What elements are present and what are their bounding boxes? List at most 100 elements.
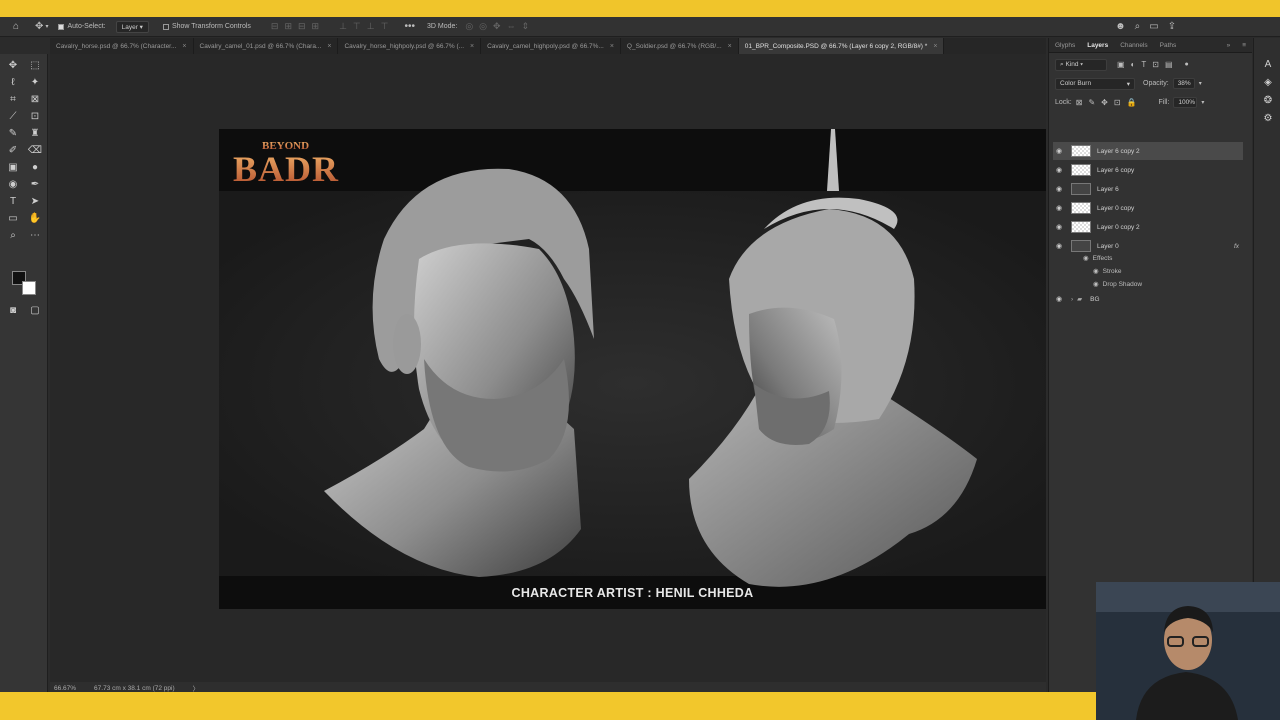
character-panel-icon[interactable]: A: [1260, 56, 1276, 72]
tab-paths[interactable]: Paths: [1154, 42, 1183, 49]
visibility-eye-icon[interactable]: ◉: [1053, 147, 1065, 155]
zoom-tool-icon[interactable]: ⌕: [5, 227, 21, 243]
path-select-icon[interactable]: ➤: [27, 193, 43, 209]
close-icon[interactable]: ×: [470, 43, 474, 50]
blend-row: Color Burn ▾ Opacity: 38% ▾: [1049, 74, 1252, 93]
panel-collapse-icon[interactable]: »: [1221, 42, 1237, 49]
brush-tool-icon[interactable]: ✎: [5, 125, 21, 141]
layer-row[interactable]: ◉ Layer 0 fx: [1053, 237, 1243, 255]
zoom-level[interactable]: 66.67%: [54, 685, 76, 692]
gradient-tool-icon[interactable]: ▣: [5, 159, 21, 175]
chevron-down-icon[interactable]: ▾: [1199, 81, 1202, 87]
discover-icon[interactable]: ☻: [1115, 21, 1126, 32]
tab-channels[interactable]: Channels: [1114, 42, 1153, 49]
layer-row[interactable]: ◉ Layer 0 copy: [1053, 199, 1243, 217]
visibility-eye-icon[interactable]: ◉: [1053, 185, 1065, 193]
color-panel-icon[interactable]: ❂: [1260, 92, 1276, 108]
chevron-down-icon[interactable]: ▾: [45, 24, 48, 30]
visibility-eye-icon[interactable]: ◉: [1093, 267, 1099, 275]
frame-tool-icon[interactable]: ⊠: [27, 91, 43, 107]
blend-mode-dropdown[interactable]: Color Burn ▾: [1055, 77, 1135, 90]
layer-row[interactable]: ◉ Layer 6 copy: [1053, 161, 1243, 179]
tab-glyphs[interactable]: Glyphs: [1049, 42, 1081, 49]
show-transform-checkbox[interactable]: Show Transform Controls: [162, 23, 251, 30]
hand-tool-icon[interactable]: ✋: [27, 210, 43, 226]
eyedropper-icon[interactable]: ⟋: [5, 108, 21, 124]
filter-kind-value: Kind: [1065, 60, 1079, 68]
auto-select-checkbox[interactable]: Auto-Select:: [58, 23, 106, 30]
workspace-icon[interactable]: ▭: [1149, 21, 1158, 32]
pen-tool-icon[interactable]: ✒: [27, 176, 43, 192]
eraser-tool-icon[interactable]: ⌫: [27, 142, 43, 158]
folder-icon: ▰: [1077, 296, 1083, 303]
webcam-image: [1096, 582, 1280, 720]
home-icon[interactable]: ⌂: [13, 21, 19, 32]
layer-row[interactable]: ◉ Layer 0 copy 2: [1053, 218, 1243, 236]
tab-layers[interactable]: Layers: [1081, 42, 1114, 49]
search-icon[interactable]: ⌕: [1135, 21, 1141, 32]
fill-input[interactable]: 100%: [1173, 97, 1198, 108]
more-tools-icon[interactable]: ⋯: [27, 227, 43, 243]
align-icons[interactable]: ⊟⊞⊟⊞: [271, 22, 325, 31]
screen-mode-icon[interactable]: ▢: [27, 302, 43, 318]
close-icon[interactable]: ×: [933, 43, 937, 50]
auto-select-target-dropdown[interactable]: Layer ▾: [115, 20, 149, 33]
move-tool-icon[interactable]: ✥: [5, 57, 21, 73]
distribute-icons[interactable]: ⊥⊤⊥⊤: [339, 22, 394, 31]
stamp-tool-icon[interactable]: ♜: [27, 125, 43, 141]
visibility-eye-icon[interactable]: ◉: [1053, 204, 1065, 212]
close-icon[interactable]: ×: [327, 43, 331, 50]
opacity-input[interactable]: 38%: [1172, 78, 1195, 89]
type-tool-icon[interactable]: T: [5, 193, 21, 209]
rectangle-tool-icon[interactable]: ▭: [5, 210, 21, 226]
lock-icons[interactable]: ⊠✎✥⊡🔒: [1076, 98, 1143, 107]
visibility-eye-icon[interactable]: ◉: [1053, 223, 1065, 231]
layers-panel-icon[interactable]: ◈: [1260, 74, 1276, 90]
group-row[interactable]: ◉ › ▰ BG: [1053, 290, 1243, 308]
crop-tool-icon[interactable]: ⌗: [5, 91, 21, 107]
dodge-tool-icon[interactable]: ◉: [5, 176, 21, 192]
effect-stroke-row[interactable]: ◉ Stroke: [1093, 267, 1121, 276]
quick-mask-icon[interactable]: ◙: [5, 302, 21, 318]
tab-cavalry-camel[interactable]: Cavalry_camel_01.psd @ 66.7% (Chara... ×: [194, 38, 339, 54]
more-options-icon[interactable]: •••: [404, 21, 415, 32]
canvas-area[interactable]: BEYOND BADR CHARACTER ARTIST : HENIL CHH…: [50, 54, 1046, 682]
tab-bpr-composite[interactable]: 01_BPR_Composite.PSD @ 66.7% (Layer 6 co…: [738, 38, 945, 54]
expand-arrow-icon[interactable]: ›: [1071, 296, 1073, 303]
tab-label: Cavalry_camel_highpoly.psd @ 66.7%...: [487, 42, 604, 50]
patch-tool-icon[interactable]: ⊡: [27, 108, 43, 124]
fx-icon[interactable]: fx: [1234, 243, 1239, 250]
background-color-swatch[interactable]: [22, 281, 36, 295]
layer-row[interactable]: ◉ Layer 6: [1053, 180, 1243, 198]
marquee-tool-icon[interactable]: ⬚: [27, 57, 43, 73]
lasso-tool-icon[interactable]: ℓ: [5, 74, 21, 90]
history-brush-icon[interactable]: ✐: [5, 142, 21, 158]
visibility-eye-icon[interactable]: ◉: [1053, 166, 1065, 174]
visibility-eye-icon[interactable]: ◉: [1053, 242, 1065, 250]
tab-cavalry-horse[interactable]: Cavalry_horse.psd @ 66.7% (Character... ×: [50, 38, 194, 54]
document-canvas[interactable]: BEYOND BADR CHARACTER ARTIST : HENIL CHH…: [219, 129, 1046, 609]
close-icon[interactable]: ×: [610, 43, 614, 50]
close-icon[interactable]: ×: [182, 43, 186, 50]
effects-row[interactable]: ◉ Effects: [1083, 254, 1112, 263]
effect-drop-shadow-row[interactable]: ◉ Drop Shadow: [1093, 280, 1142, 289]
visibility-eye-icon[interactable]: ◉: [1083, 254, 1089, 262]
filter-type-icons[interactable]: ▣◐T⊡▤: [1117, 60, 1179, 69]
close-icon[interactable]: ×: [728, 43, 732, 50]
visibility-eye-icon[interactable]: ◉: [1093, 280, 1099, 288]
3d-mode-icons[interactable]: ◎◎✥⇔⇕: [465, 22, 535, 31]
tab-cavalry-camel-highpoly[interactable]: Cavalry_camel_highpoly.psd @ 66.7%... ×: [481, 38, 621, 54]
share-icon[interactable]: ⇪: [1168, 21, 1176, 32]
panel-menu-icon[interactable]: ≡: [1236, 42, 1252, 49]
tab-cavalry-horse-highpoly[interactable]: Cavalry_horse_highpoly.psd @ 66.7% (... ×: [338, 38, 482, 54]
filter-kind-dropdown[interactable]: ⌕ Kind ▾: [1055, 58, 1107, 71]
visibility-eye-icon[interactable]: ◉: [1053, 295, 1065, 303]
magic-wand-icon[interactable]: ✦: [27, 74, 43, 90]
layer-row[interactable]: ◉ Layer 6 copy 2: [1053, 142, 1243, 160]
tab-q-soldier[interactable]: Q_Soldier.psd @ 66.7% (RGB/... ×: [621, 38, 739, 54]
chevron-down-icon[interactable]: ▾: [1201, 100, 1204, 106]
move-tool-icon[interactable]: ✥: [35, 21, 43, 32]
filter-toggle-icon[interactable]: ●: [1185, 61, 1189, 68]
blur-tool-icon[interactable]: ●: [27, 159, 43, 175]
properties-panel-icon[interactable]: ⚙: [1260, 110, 1276, 126]
